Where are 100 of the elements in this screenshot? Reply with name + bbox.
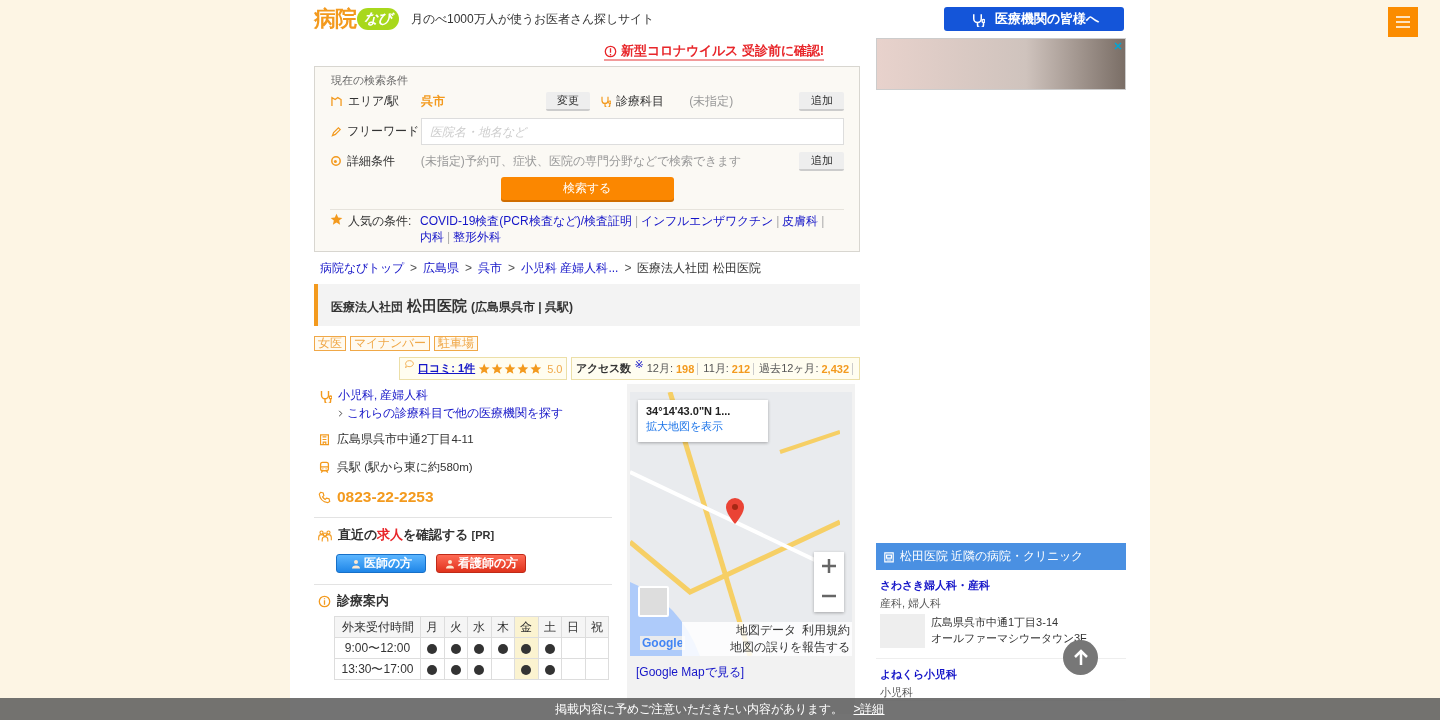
covid-notice-link[interactable]: 新型コロナウイルス 受診前に確認! [604,43,824,61]
address-text: 広島県呉市中通2丁目4-11 [337,432,474,447]
open-dot-icon [521,643,532,654]
provider-button[interactable]: 医療機関の皆様へ [944,7,1124,31]
corporation-name: 医療法人社団 [331,299,403,316]
chevron-icon [336,409,345,418]
phone-icon [318,490,331,504]
table-header: 祝 [585,616,609,638]
building-icon [883,550,895,563]
breadcrumb-link[interactable]: 呉市 [478,259,503,277]
person-icon [444,558,455,569]
table-header: 木 [491,616,515,638]
table-header: 月 [420,616,444,638]
stethoscope-icon [318,388,332,403]
star-icon [330,213,343,226]
breadcrumb-separator: > [465,261,473,275]
field-label: 診療科目 [616,92,665,110]
department-value: (未指定) [689,92,735,110]
add-button[interactable]: 追加 [799,151,844,171]
breadcrumb-separator: > [624,261,632,275]
map-footer-link[interactable]: 地図の誤りを報告する [730,639,850,656]
table-header: 火 [444,616,468,638]
address-line: 広島県呉市中通1丁目3-14 [931,615,1060,630]
field-label: フリーワード [347,123,419,140]
ad-banner-placeholder[interactable] [876,38,1126,90]
stat-label: 12月: [646,361,673,376]
open-dot-icon [497,643,508,654]
open-dot-icon [474,664,485,675]
open-dot-icon [427,664,438,675]
open-dot-icon [544,643,555,654]
map-logo: Google [640,636,686,650]
time-cell: 9:00〜12:00 [334,637,421,659]
popular-link[interactable]: インフルエンザワクチン [641,213,774,229]
train-icon [318,461,331,474]
details-link[interactable]: >詳細 [853,700,885,718]
table-header: 日 [561,616,585,638]
map-footer-link[interactable]: 利用規約 [802,622,850,639]
popular-link[interactable]: 整形外科 [453,229,502,245]
separator: | [776,213,780,229]
location-pin-icon [726,498,744,524]
separator: | [635,213,639,229]
separator: | [447,229,451,245]
section-title: 診療案内 [337,593,389,610]
access-label: アクセス数 [576,361,632,376]
enlarge-map-link[interactable]: 拡大地図を表示 [646,419,760,434]
popular-link[interactable]: COVID-19検査(PCR検査など)/検査証明 [420,213,632,229]
building-icon [318,433,331,446]
breadcrumb-link[interactable]: 小児科 産婦人科... [521,259,619,277]
google-map-link[interactable]: [Google Mapで見る] [636,664,852,681]
open-dot-icon [521,664,532,675]
map-type-thumbnail[interactable] [638,586,669,617]
open-dot-icon [474,643,485,654]
popular-link[interactable]: 内科 [420,229,444,245]
coordinates-text: 34°14'43.0"N 1... [646,405,732,417]
clinic-link[interactable]: さわさき婦人科・産科 [880,578,1122,593]
rating-score: 5.0 [547,362,563,375]
department-search-link[interactable]: これらの診療科目で他の医療機関を探す [347,405,563,422]
field-label: エリア/駅 [348,92,400,110]
time-cell: 13:30〜17:00 [334,658,421,680]
feature-tag: 駐車場 [434,336,478,351]
panel-title: 現在の検索条件 [331,73,409,88]
stat-value: 2,432 [821,362,853,375]
detail-icon [330,155,342,167]
popular-link[interactable]: 皮膚科 [782,213,819,229]
breadcrumb-separator: > [508,261,516,275]
pencil-icon [330,125,342,138]
zoom-out-button[interactable] [814,582,844,612]
clinic-name: 松田医院 [407,297,467,316]
plus-icon [822,558,836,573]
table-header: 金 [514,616,538,638]
close-icon [1112,40,1124,52]
popular-label: 人気の条件: [348,213,413,229]
section-title: 松田医院 近隣の病院・クリニック [900,548,1084,565]
speech-bubble-icon [404,359,416,370]
notice-text: 掲載内容に予めご注意いただきたい内容があります。 [555,700,844,718]
specialty-text: 小児科 [880,685,914,700]
stat-label: 11月: [703,361,729,376]
change-button[interactable]: 変更 [545,91,591,111]
table-header: 土 [538,616,562,638]
table-header: 外来受付時間 [334,616,421,638]
field-label: 詳細条件 [347,152,395,170]
breadcrumb-link[interactable]: 病院なびトップ [320,259,404,277]
map-footer-link[interactable]: 地図データ [736,622,796,639]
open-dot-icon [544,664,555,675]
specialty-link[interactable]: 小児科, 産婦人科 [338,388,429,403]
review-link[interactable]: 口コミ: 1件 [418,361,476,376]
clinic-location: (広島県呉市 | 呉駅) [471,299,574,316]
clinic-link[interactable]: よねくら小児科 [880,667,1122,682]
station-text: 呉駅 (駅から東に約580m) [337,460,473,475]
zoom-in-button[interactable] [814,552,844,582]
separator: | [821,213,825,229]
note-mark: ※ [634,358,644,371]
table-header: 水 [467,616,491,638]
stat-label: 過去12ヶ月: [759,361,819,376]
breadcrumb-link[interactable]: 広島県 [423,259,459,277]
person-icon [350,558,361,569]
people-icon [318,528,332,543]
alert-icon [604,44,618,58]
feature-tag: 女医 [314,336,346,351]
add-button[interactable]: 追加 [799,91,844,111]
